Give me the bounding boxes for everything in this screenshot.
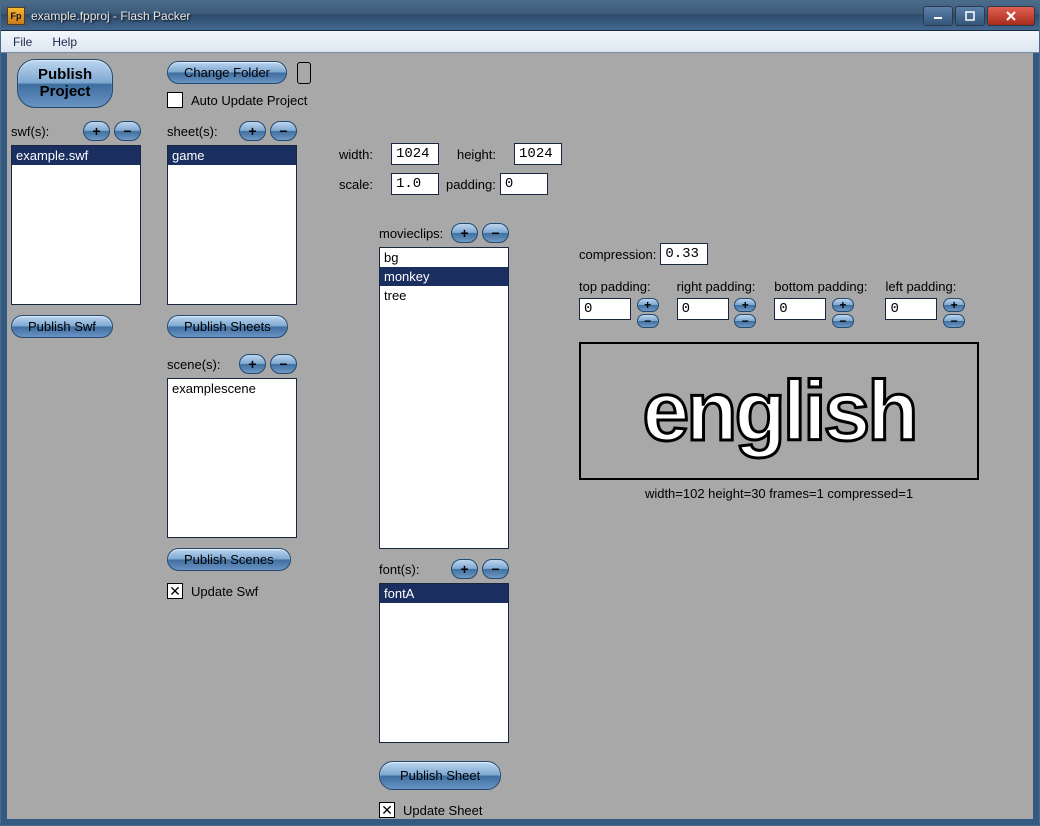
bottom-padding-inc[interactable]: +	[832, 298, 854, 312]
top-padding-dec[interactable]: −	[637, 314, 659, 328]
sheet-list[interactable]: game	[167, 145, 297, 305]
list-item[interactable]: game	[168, 146, 296, 165]
font-add-button[interactable]: +	[451, 559, 478, 579]
right-padding-label: right padding:	[677, 279, 757, 294]
bottom-padding-input[interactable]	[774, 298, 826, 320]
auto-update-checkbox[interactable]	[167, 92, 183, 108]
list-item[interactable]: fontA	[380, 584, 508, 603]
menu-help[interactable]: Help	[46, 33, 83, 51]
preview-info: width=102 height=30 frames=1 compressed=…	[645, 486, 913, 501]
swf-add-button[interactable]: +	[83, 121, 110, 141]
font-remove-button[interactable]: −	[482, 559, 509, 579]
update-sheet-checkbox[interactable]: ✕	[379, 802, 395, 818]
publish-sheets-button[interactable]: Publish Sheets	[167, 315, 288, 338]
sheet-add-button[interactable]: +	[239, 121, 266, 141]
content-area: Publish Project Change Folder Auto Updat…	[1, 53, 1039, 825]
close-button[interactable]	[987, 6, 1035, 26]
scale-input[interactable]	[391, 173, 439, 195]
width-label: width:	[339, 147, 373, 162]
menu-file[interactable]: File	[7, 33, 38, 51]
minimize-button[interactable]	[923, 6, 953, 26]
update-swf-checkbox[interactable]: ✕	[167, 583, 183, 599]
compression-label: compression:	[579, 247, 656, 262]
left-padding-label: left padding:	[885, 279, 965, 294]
update-swf-label: Update Swf	[191, 584, 258, 599]
sheets-label: sheet(s):	[167, 124, 218, 139]
movieclip-add-button[interactable]: +	[451, 223, 478, 243]
right-padding-inc[interactable]: +	[734, 298, 756, 312]
scenes-label: scene(s):	[167, 357, 220, 372]
publish-scenes-button[interactable]: Publish Scenes	[167, 548, 291, 571]
window-title: example.fpproj - Flash Packer	[31, 9, 923, 23]
list-item[interactable]: bg	[380, 248, 508, 267]
left-padding-input[interactable]	[885, 298, 937, 320]
right-padding-input[interactable]	[677, 298, 729, 320]
list-item[interactable]: monkey	[380, 267, 508, 286]
change-folder-button[interactable]: Change Folder	[167, 61, 287, 84]
width-input[interactable]	[391, 143, 439, 165]
left-padding-inc[interactable]: +	[943, 298, 965, 312]
list-item[interactable]: examplescene	[168, 379, 296, 398]
titlebar[interactable]: Fp example.fpproj - Flash Packer	[1, 1, 1039, 31]
update-sheet-label: Update Sheet	[403, 803, 483, 818]
top-padding-input[interactable]	[579, 298, 631, 320]
publish-sheet-button[interactable]: Publish Sheet	[379, 761, 501, 790]
preview-text: english	[642, 363, 915, 460]
movieclip-list[interactable]: bg monkey tree	[379, 247, 509, 549]
publish-swf-button[interactable]: Publish Swf	[11, 315, 113, 338]
app-icon: Fp	[7, 7, 25, 25]
scene-remove-button[interactable]: −	[270, 354, 297, 374]
app-window: Fp example.fpproj - Flash Packer File He…	[0, 0, 1040, 826]
folder-icon	[297, 62, 311, 84]
scale-label: scale:	[339, 177, 373, 192]
sheet-remove-button[interactable]: −	[270, 121, 297, 141]
scene-add-button[interactable]: +	[239, 354, 266, 374]
preview-box: english	[579, 342, 979, 480]
movieclips-label: movieclips:	[379, 226, 443, 241]
list-item[interactable]: example.swf	[12, 146, 140, 165]
fonts-label: font(s):	[379, 562, 419, 577]
swf-list[interactable]: example.swf	[11, 145, 141, 305]
swf-remove-button[interactable]: −	[114, 121, 141, 141]
movieclip-remove-button[interactable]: −	[482, 223, 509, 243]
right-padding-dec[interactable]: −	[734, 314, 756, 328]
list-item[interactable]: tree	[380, 286, 508, 305]
padding-input[interactable]	[500, 173, 548, 195]
top-padding-inc[interactable]: +	[637, 298, 659, 312]
left-padding-dec[interactable]: −	[943, 314, 965, 328]
top-padding-label: top padding:	[579, 279, 659, 294]
scene-list[interactable]: examplescene	[167, 378, 297, 538]
height-label: height:	[457, 147, 496, 162]
publish-project-button[interactable]: Publish Project	[17, 59, 113, 108]
auto-update-label: Auto Update Project	[191, 93, 307, 108]
font-list[interactable]: fontA	[379, 583, 509, 743]
maximize-button[interactable]	[955, 6, 985, 26]
padding-label: padding:	[446, 177, 496, 192]
swfs-label: swf(s):	[11, 124, 49, 139]
height-input[interactable]	[514, 143, 562, 165]
menubar: File Help	[1, 31, 1039, 53]
bottom-padding-label: bottom padding:	[774, 279, 867, 294]
compression-input[interactable]	[660, 243, 708, 265]
bottom-padding-dec[interactable]: −	[832, 314, 854, 328]
